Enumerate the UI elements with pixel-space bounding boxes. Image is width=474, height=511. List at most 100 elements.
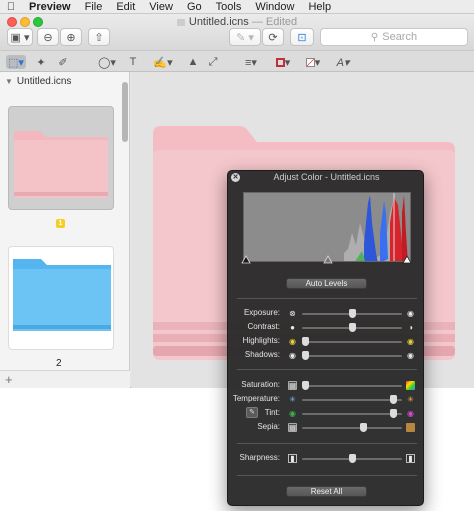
highlights-slider[interactable] [302,337,402,346]
menu-go[interactable]: Go [180,0,209,14]
contrast-label: Contrast: [247,322,280,331]
highlights-label: Highlights: [242,336,280,345]
instant-alpha-icon[interactable]: ✦ [34,55,48,69]
sidebar-header[interactable]: ▼ Untitled.icns [5,76,71,87]
highlights-row: Highlights: ◉ ◉ [228,336,425,348]
tint-label: Tint: [264,408,280,417]
rect-select-icon[interactable]: ⬚▾ [6,55,26,69]
adjust-size-icon[interactable]: ⤢ [206,55,220,69]
sharpness-slider[interactable] [302,454,402,463]
shadows-low-icon: ◉ [289,351,296,360]
sepia-slider[interactable] [302,423,402,432]
sidebar-footer: + [0,370,130,388]
menu-file[interactable]: File [78,0,110,14]
auto-levels-button[interactable]: Auto Levels [286,278,367,289]
menu-bar:  Preview File Edit View Go Tools Window… [0,0,474,14]
tint-green-icon: ◉ [289,409,296,418]
tint-magenta-icon: ◉ [407,409,414,418]
reset-all-button[interactable]: Reset All [286,486,367,497]
exposure-slider-knob[interactable] [348,309,356,318]
apple-menu-icon[interactable]:  [0,1,22,13]
shapes-icon[interactable]: ◯▾ [96,55,118,69]
saturation-slider-knob[interactable] [302,381,309,390]
adjust-color-panel: ✕ Adjust Color - Untitled.icns Auto Leve… [227,170,424,506]
exposure-high-icon: ◉ [407,309,414,318]
highlights-high-icon: ◉ [407,337,414,346]
sign-icon[interactable]: ✍▾ [150,55,176,69]
window-title: Untitled.icns — Edited [0,16,474,28]
markup-pen-button[interactable]: ✎ ▾ [229,28,261,46]
shape-style-icon[interactable]: ≡▾ [240,55,262,69]
menu-view[interactable]: View [142,0,180,14]
text-icon[interactable]: T [124,55,142,69]
temperature-slider-knob[interactable] [390,395,398,404]
levels-histogram[interactable] [243,192,411,262]
zoom-in-icon: ⊕ [66,31,76,44]
shadows-row: Shadows: ◉ ◉ [228,350,425,362]
thumbnail-sidebar: ▼ Untitled.icns 1 2 + [0,72,130,388]
exposure-label: Exposure: [243,308,280,317]
sepia-slider-knob[interactable] [359,423,367,432]
sepia-row: Sepia: ▦ [228,422,425,434]
separator [237,443,417,444]
add-page-icon[interactable]: + [5,372,13,387]
levels-markers[interactable] [240,255,414,265]
border-color-icon[interactable]: ▾ [272,55,294,69]
saturation-low-icon: ▦ [288,381,297,390]
separator [237,298,417,299]
tint-slider-knob[interactable] [390,409,398,418]
markup-toolbar-button[interactable]: ⊡ [290,28,314,46]
rotate-button[interactable]: ⟳ [262,28,284,46]
saturation-high-icon [406,381,415,390]
contrast-slider-knob[interactable] [348,323,356,332]
exposure-slider[interactable] [302,309,402,318]
exposure-row: Exposure: ⊗ ◉ [228,308,425,320]
disclosure-triangle-icon[interactable]: ▼ [5,77,13,86]
menu-help[interactable]: Help [301,0,338,14]
zoom-in-button[interactable]: ⊕ [60,28,82,46]
document-icon [176,18,185,26]
menu-window[interactable]: Window [248,0,301,14]
sidebar-icon: ▣ ▾ [10,31,30,44]
search-placeholder: Search [382,31,418,43]
pen-icon: ✎ ▾ [236,31,254,44]
menu-preview[interactable]: Preview [22,0,78,14]
saturation-label: Saturation: [241,380,280,389]
fill-color-icon[interactable]: ▾ [302,55,324,69]
thumbnail-page-1[interactable] [8,106,114,210]
toolbox-icon: ⊡ [297,31,307,44]
saturation-slider[interactable] [302,381,402,390]
sharpness-low-icon: ▮ [288,454,297,463]
temperature-warm-icon: ✳ [407,395,414,404]
highlights-slider-knob[interactable] [302,337,309,346]
text-style-icon[interactable]: A▾ [332,55,354,69]
tint-slider[interactable] [302,409,402,418]
adjust-color-icon[interactable]: ▲ [186,55,200,69]
sepia-low-icon: ▦ [288,423,297,432]
sharpness-row: Sharpness: ▮ ▮ [228,453,425,465]
thumbnail-page-2[interactable] [8,246,114,350]
contrast-low-icon: ● [290,323,295,332]
zoom-out-button[interactable]: ⊖ [37,28,59,46]
contrast-slider[interactable] [302,323,402,332]
search-field[interactable]: ⚲ Search [320,28,468,46]
shadows-slider[interactable] [302,351,402,360]
sidebar-toggle-button[interactable]: ▣ ▾ [7,28,33,46]
sharpness-high-icon: ▮ [406,454,415,463]
sidebar-scrollbar[interactable] [122,82,128,142]
shadows-slider-knob[interactable] [302,351,309,360]
temperature-slider[interactable] [302,395,402,404]
rotate-icon: ⟳ [268,31,278,44]
blue-folder-thumbnail-icon [13,259,111,331]
menu-edit[interactable]: Edit [109,0,142,14]
menu-tools[interactable]: Tools [209,0,249,14]
sharpness-slider-knob[interactable] [348,454,356,463]
sidebar-header-label: Untitled.icns [16,76,72,87]
sketch-icon[interactable]: ✐ [56,55,70,69]
document-name[interactable]: Untitled.icns [189,16,249,28]
panel-title: Adjust Color - Untitled.icns [273,172,380,182]
eyedropper-icon[interactable]: ✎ [246,407,258,418]
separator [237,475,417,476]
markup-toolbar: ⬚▾ ✦ ✐ ◯▾ T ✍▾ ▲ ⤢ ≡▾ ▾ ▾ A▾ [0,50,474,72]
share-button[interactable]: ⇧ [88,28,110,46]
